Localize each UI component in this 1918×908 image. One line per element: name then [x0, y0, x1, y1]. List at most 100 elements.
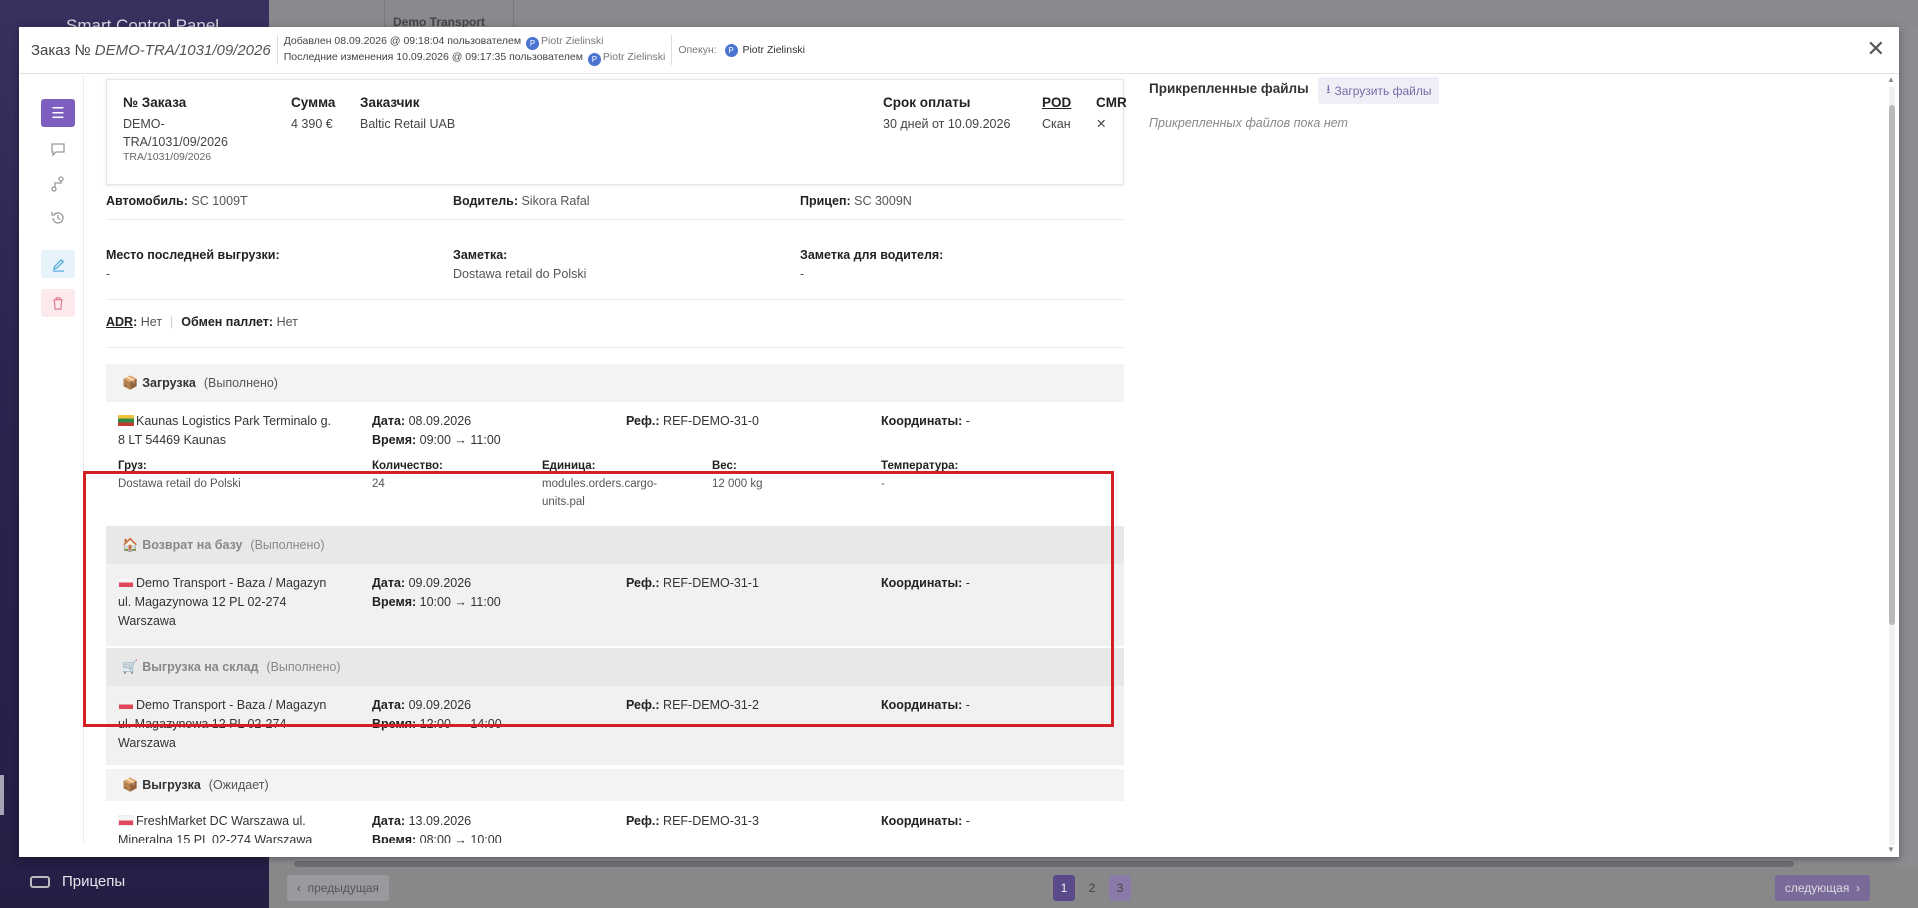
prev-page-button[interactable]: ‹ предыдущая — [287, 875, 389, 901]
address-line: Demo Transport - Baza / Magazyn — [136, 576, 327, 590]
pallet-value: Нет — [276, 315, 298, 329]
weight-cell: Вес: 12 000 kg — [712, 457, 763, 493]
address-line: Kaunas Logistics Park Terminalo g. — [136, 414, 332, 428]
stop-status: (Выполнено) — [203, 376, 278, 390]
lt-flag-icon — [118, 415, 134, 426]
sidebar-active-marker — [0, 775, 4, 815]
pl-flag-icon — [118, 815, 134, 826]
adr-value: Нет — [140, 315, 163, 329]
app-topbar — [269, 0, 1918, 27]
date-label: Дата: — [372, 814, 406, 828]
cargo-cell: Груз: Dostawa retail do Polski — [118, 457, 241, 493]
history-icon[interactable] — [41, 204, 75, 232]
time-label: Время: — [372, 833, 417, 843]
files-empty-message: Прикрепленных файлов пока нет — [1149, 116, 1348, 130]
meta-added: Добавлен 08.09.2026 @ 09:18:04 пользоват… — [284, 34, 666, 50]
ref-label: Реф.: — [626, 576, 660, 590]
stop-datetime: Дата: 09.09.2026 Время: 10:00 → 11:00 — [372, 574, 501, 612]
page-1-button[interactable]: 1 — [1053, 875, 1075, 901]
stop-status: (Выполнено) — [250, 538, 325, 552]
date-label: Дата: — [372, 576, 406, 590]
scroll-up-icon[interactable]: ▲ — [1887, 75, 1895, 84]
sidebar-item-trailers[interactable]: Прицепы — [30, 873, 125, 890]
summary-label: POD — [1042, 95, 1072, 110]
unit-value: modules.orders.cargo- — [542, 478, 658, 490]
address-line: ul. Magazynowa 12 PL 02-274 — [118, 595, 287, 609]
curator-name[interactable]: Piotr Zielinski — [742, 44, 804, 56]
cmr-status-icon: ✕ — [1096, 117, 1107, 131]
summary-due: Срок оплаты 30 дней от 10.09.2026 — [883, 95, 1010, 133]
coords-label: Координаты: — [881, 814, 963, 828]
date-value: 09.09.2026 — [408, 576, 472, 590]
cargo-details: Груз: Dostawa retail do Polski Количество… — [106, 457, 1124, 513]
coords-value: - — [965, 698, 970, 712]
cargo-value: Dostawa retail do Polski — [118, 478, 241, 490]
avatar: P — [724, 43, 738, 57]
stop-header-warehouse-unload: 🛒 Выгрузка на склад (Выполнено) — [106, 648, 1124, 686]
avatar: P — [587, 53, 601, 66]
qty-label: Количество: — [372, 460, 443, 472]
upload-files-button[interactable]: ⭳ Загрузить файлы — [1318, 77, 1440, 104]
cart-icon: 🛒 — [122, 659, 139, 674]
close-icon[interactable]: ✕ — [1867, 38, 1885, 60]
added-user[interactable]: Piotr Zielinski — [541, 35, 603, 47]
unit-value: units.pal — [542, 496, 585, 508]
stop-coords: Координаты: - — [881, 412, 970, 431]
summary-customer: Заказчик Baltic Retail UAB — [360, 95, 455, 133]
summary-label: Заказчик — [360, 95, 420, 110]
time-value: 12:00 → 14:00 — [419, 717, 502, 731]
vertical-scrollbar[interactable]: ▲ ▼ — [1887, 75, 1897, 857]
loading-icon: 📦 — [122, 375, 139, 390]
address-line: ul. Magazynowa 12 PL 02-274 — [118, 717, 287, 731]
edit-icon[interactable] — [41, 250, 75, 278]
stop-ref: Реф.: REF-DEMO-31-3 — [626, 812, 759, 831]
address-line: Warszawa — [118, 614, 176, 628]
horizontal-scrollbar[interactable] — [280, 861, 1820, 867]
driver-note-value: - — [800, 267, 805, 281]
driver-cell: Водитель: Sikora Rafal — [453, 194, 590, 208]
stop-type: Загрузка — [142, 376, 196, 390]
coords-label: Координаты: — [881, 576, 963, 590]
summary-subvalue: TRA/1031/09/2026 — [123, 151, 212, 163]
date-value: 13.09.2026 — [408, 814, 472, 828]
download-icon: ⭳ — [1326, 82, 1331, 96]
stop-details: Kaunas Logistics Park Terminalo g. 8 LT 5… — [106, 412, 1124, 452]
summary-sum: Сумма 4 390 € — [291, 95, 335, 133]
stop-coords: Координаты: - — [881, 574, 970, 593]
summary-value[interactable]: Baltic Retail UAB — [360, 115, 455, 133]
modal-body: ☰ № Заказа DEMO- TRA/1031/09/2026 TRA/10… — [19, 75, 1887, 843]
note-value: Dostawa retail do Polski — [453, 267, 587, 281]
car-label: Автомобиль: — [106, 194, 188, 208]
stop-type: Выгрузка — [142, 778, 201, 792]
summary-pod: POD Скан — [1042, 95, 1071, 133]
hscroll-thumb[interactable] — [294, 861, 1794, 867]
address-line: Mineralna 15 PL 02-274 Warszawa — [118, 833, 313, 843]
menu-icon[interactable]: ☰ — [41, 99, 75, 127]
date-value: 09.09.2026 — [408, 698, 472, 712]
route-icon[interactable] — [41, 170, 75, 198]
stop-ref: Реф.: REF-DEMO-31-0 — [626, 412, 759, 431]
driver-note-label: Заметка для водителя: — [800, 248, 944, 262]
unloading-icon: 📦 — [122, 777, 139, 792]
files-title: Прикрепленные файлы — [1149, 81, 1309, 96]
scroll-thumb[interactable] — [1889, 105, 1895, 625]
delete-icon[interactable] — [41, 289, 75, 317]
stop-details: Demo Transport - Baza / Magazyn ul. Magaz… — [106, 686, 1124, 765]
added-text: Добавлен 08.09.2026 @ 09:18:04 пользоват… — [283, 35, 522, 47]
changed-user[interactable]: Piotr Zielinski — [603, 51, 665, 63]
page-3-button[interactable]: 3 — [1109, 875, 1131, 901]
scroll-down-icon[interactable]: ▼ — [1887, 845, 1895, 854]
temp-value: - — [881, 478, 885, 490]
comment-icon[interactable] — [41, 135, 75, 163]
page-2-button[interactable]: 2 — [1081, 875, 1103, 901]
ref-label: Реф.: — [626, 414, 660, 428]
weight-label: Вес: — [712, 460, 737, 472]
stop-ref: Реф.: REF-DEMO-31-2 — [626, 696, 759, 715]
address-line: Demo Transport - Baza / Magazyn — [136, 698, 327, 712]
attached-files: Прикрепленные файлы ⭳ Загрузить файлы Пр… — [1149, 77, 1440, 130]
summary-value: TRA/1031/09/2026 — [123, 135, 228, 149]
tab-demo-transport[interactable]: Demo Transport — [384, 0, 514, 29]
order-meta: Добавлен 08.09.2026 @ 09:18:04 пользоват… — [284, 34, 666, 66]
stop-header-loading: 📦 Загрузка (Выполнено) — [106, 364, 1124, 402]
next-page-button[interactable]: следующая › — [1774, 875, 1870, 901]
